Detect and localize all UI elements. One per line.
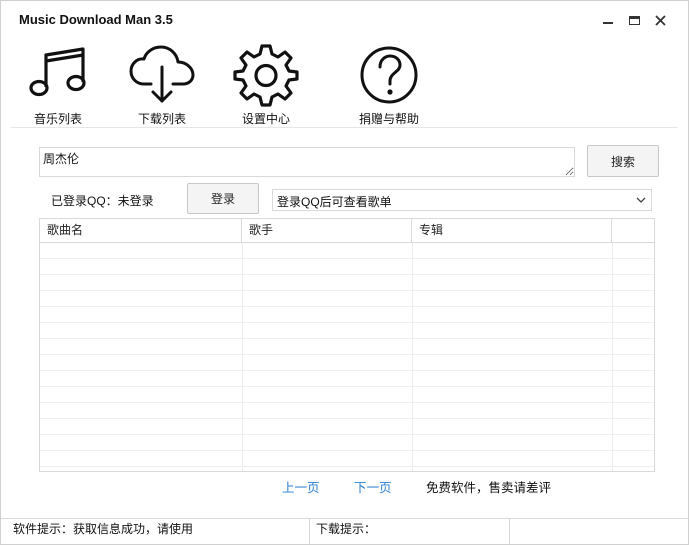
minimize-button[interactable] — [599, 11, 617, 29]
maximize-button[interactable] — [625, 11, 643, 29]
toolbar-divider — [11, 127, 678, 128]
toolbar-settings-label: 设置中心 — [241, 112, 290, 126]
maximize-icon — [628, 15, 640, 25]
table-row[interactable] — [40, 243, 654, 259]
next-page-link[interactable]: 下一页 — [354, 477, 392, 496]
download-tip-status: 下载提示： — [310, 519, 510, 544]
column-header-artist[interactable]: 歌手 — [242, 219, 412, 242]
chevron-down-icon — [636, 197, 646, 203]
toolbar-settings[interactable]: 设置中心 — [231, 43, 301, 127]
column-header-album[interactable]: 专辑 — [412, 219, 612, 242]
table-body — [40, 243, 654, 467]
table-header: 歌曲名 歌手 专辑 — [40, 219, 654, 243]
toolbar-music-list-label: 音乐列表 — [33, 112, 82, 126]
window-title: Music Download Man 3.5 — [19, 12, 173, 27]
table-row[interactable] — [40, 323, 654, 339]
table-row[interactable] — [40, 419, 654, 435]
playlist-select[interactable]: 登录QQ后可查看歌单 — [272, 189, 652, 211]
prev-page-link[interactable]: 上一页 — [282, 477, 320, 496]
table-row[interactable] — [40, 451, 654, 467]
table-row[interactable] — [40, 355, 654, 371]
search-input[interactable] — [39, 147, 575, 177]
status-bar: 软件提示：获取信息成功，请使用 下载提示： — [1, 518, 688, 544]
playlist-select-value: 登录QQ后可查看歌单 — [277, 195, 392, 209]
close-button[interactable] — [651, 11, 669, 29]
toolbar-download-list[interactable]: 下载列表 — [127, 43, 197, 127]
table-row[interactable] — [40, 307, 654, 323]
table-row[interactable] — [40, 371, 654, 387]
login-button[interactable]: 登录 — [187, 183, 259, 214]
column-header-song[interactable]: 歌曲名 — [40, 219, 242, 242]
table-row[interactable] — [40, 403, 654, 419]
results-table[interactable]: 歌曲名 歌手 专辑 — [39, 218, 655, 472]
music-note-icon — [29, 47, 86, 97]
table-row[interactable] — [40, 291, 654, 307]
gear-icon — [233, 44, 299, 107]
title-bar: Music Download Man 3.5 — [1, 1, 688, 39]
cloud-download-icon — [129, 45, 195, 103]
free-software-notice: 免费软件，售卖请差评 — [426, 481, 552, 495]
toolbar-help-label: 捐赠与帮助 — [358, 112, 419, 126]
toolbar-music-list[interactable]: 音乐列表 — [23, 43, 93, 127]
minimize-icon — [603, 22, 613, 24]
table-row[interactable] — [40, 339, 654, 355]
app-window: Music Download Man 3.5 音乐列表 下载列表 设置中心 捐赠… — [0, 0, 689, 545]
table-row[interactable] — [40, 259, 654, 275]
help-question-icon — [360, 46, 418, 104]
software-tip-status: 软件提示：获取信息成功，请使用 — [1, 519, 310, 544]
qq-login-status: 已登录QQ：未登录 — [51, 194, 154, 208]
toolbar-help[interactable]: 捐赠与帮助 — [352, 43, 426, 127]
table-row[interactable] — [40, 387, 654, 403]
table-row[interactable] — [40, 435, 654, 451]
toolbar-download-list-label: 下载列表 — [137, 112, 186, 126]
table-row[interactable] — [40, 275, 654, 291]
close-icon — [654, 14, 666, 26]
search-button[interactable]: 搜索 — [587, 145, 659, 177]
